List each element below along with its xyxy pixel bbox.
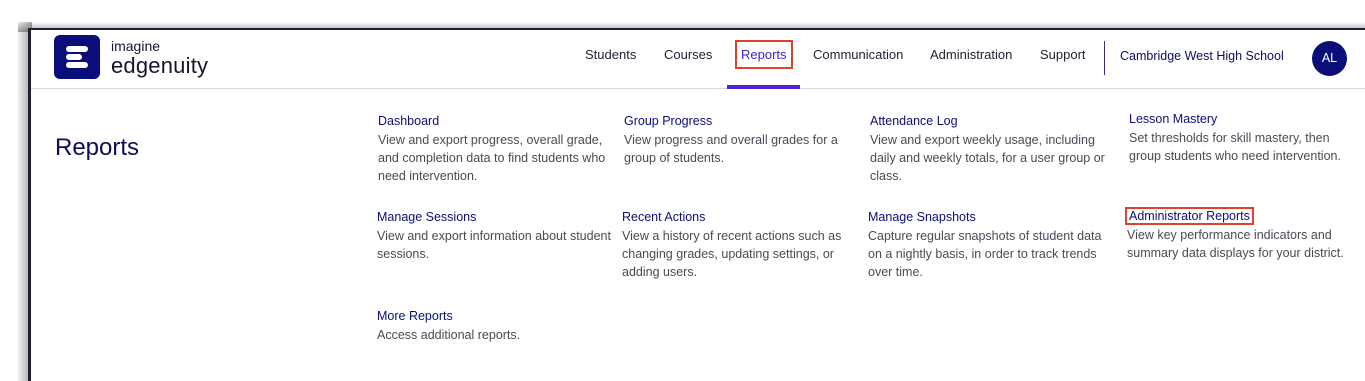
- page-title: Reports: [55, 134, 140, 161]
- report-desc: View a history of recent actions such as…: [622, 229, 842, 279]
- nav-students[interactable]: Students: [585, 47, 636, 62]
- nav-reports[interactable]: Reports: [741, 47, 787, 62]
- report-card-manage-sessions: Manage Sessions View and export informat…: [377, 208, 617, 263]
- nav-divider: [1104, 41, 1105, 75]
- edgenuity-logo-icon[interactable]: [54, 35, 100, 79]
- report-card-lesson-mastery: Lesson Mastery Set thresholds for skill …: [1129, 110, 1357, 165]
- report-link-recent-actions[interactable]: Recent Actions: [620, 210, 707, 224]
- report-link-group-progress[interactable]: Group Progress: [622, 114, 714, 128]
- nav-support[interactable]: Support: [1040, 47, 1086, 62]
- app-window: imagine edgenuity Students Courses Repor…: [28, 28, 1365, 381]
- report-link-attendance-log[interactable]: Attendance Log: [868, 114, 960, 128]
- report-card-attendance-log: Attendance Log View and export weekly us…: [870, 112, 1106, 185]
- report-link-more-reports[interactable]: More Reports: [375, 309, 455, 323]
- nav-administration[interactable]: Administration: [930, 47, 1012, 62]
- school-name[interactable]: Cambridge West High School: [1120, 49, 1284, 63]
- report-desc: View and export progress, overall grade,…: [378, 133, 606, 183]
- report-card-administrator-reports: Administrator Reports View key performan…: [1125, 207, 1363, 262]
- report-card-dashboard: Dashboard View and export progress, over…: [378, 112, 618, 185]
- report-link-administrator-reports[interactable]: Administrator Reports: [1125, 207, 1254, 225]
- report-card-manage-snapshots: Manage Snapshots Capture regular snapsho…: [868, 208, 1104, 281]
- report-card-group-progress: Group Progress View progress and overall…: [624, 112, 854, 167]
- report-link-manage-snapshots[interactable]: Manage Snapshots: [866, 210, 978, 224]
- report-desc: View and export information about studen…: [377, 229, 611, 261]
- report-desc: Set thresholds for skill mastery, then g…: [1129, 131, 1341, 163]
- report-desc: View key performance indicators and summ…: [1127, 228, 1344, 260]
- report-desc: View and export weekly usage, including …: [870, 133, 1105, 183]
- user-avatar[interactable]: AL: [1312, 41, 1347, 76]
- report-link-dashboard[interactable]: Dashboard: [376, 114, 441, 128]
- nav-communication[interactable]: Communication: [813, 47, 903, 62]
- report-card-recent-actions: Recent Actions View a history of recent …: [622, 208, 857, 281]
- brand-line1: imagine: [111, 38, 161, 54]
- report-card-more-reports: More Reports Access additional reports.: [377, 307, 617, 344]
- report-link-lesson-mastery[interactable]: Lesson Mastery: [1127, 112, 1219, 126]
- brand-line2: edgenuity: [111, 53, 209, 78]
- report-desc: Capture regular snapshots of student dat…: [868, 229, 1102, 279]
- top-navbar: imagine edgenuity Students Courses Repor…: [31, 30, 1365, 89]
- report-link-manage-sessions[interactable]: Manage Sessions: [375, 210, 478, 224]
- report-desc: Access additional reports.: [377, 328, 521, 342]
- nav-courses[interactable]: Courses: [664, 47, 712, 62]
- report-desc: View progress and overall grades for a g…: [624, 133, 838, 165]
- nav-active-indicator: [727, 85, 800, 89]
